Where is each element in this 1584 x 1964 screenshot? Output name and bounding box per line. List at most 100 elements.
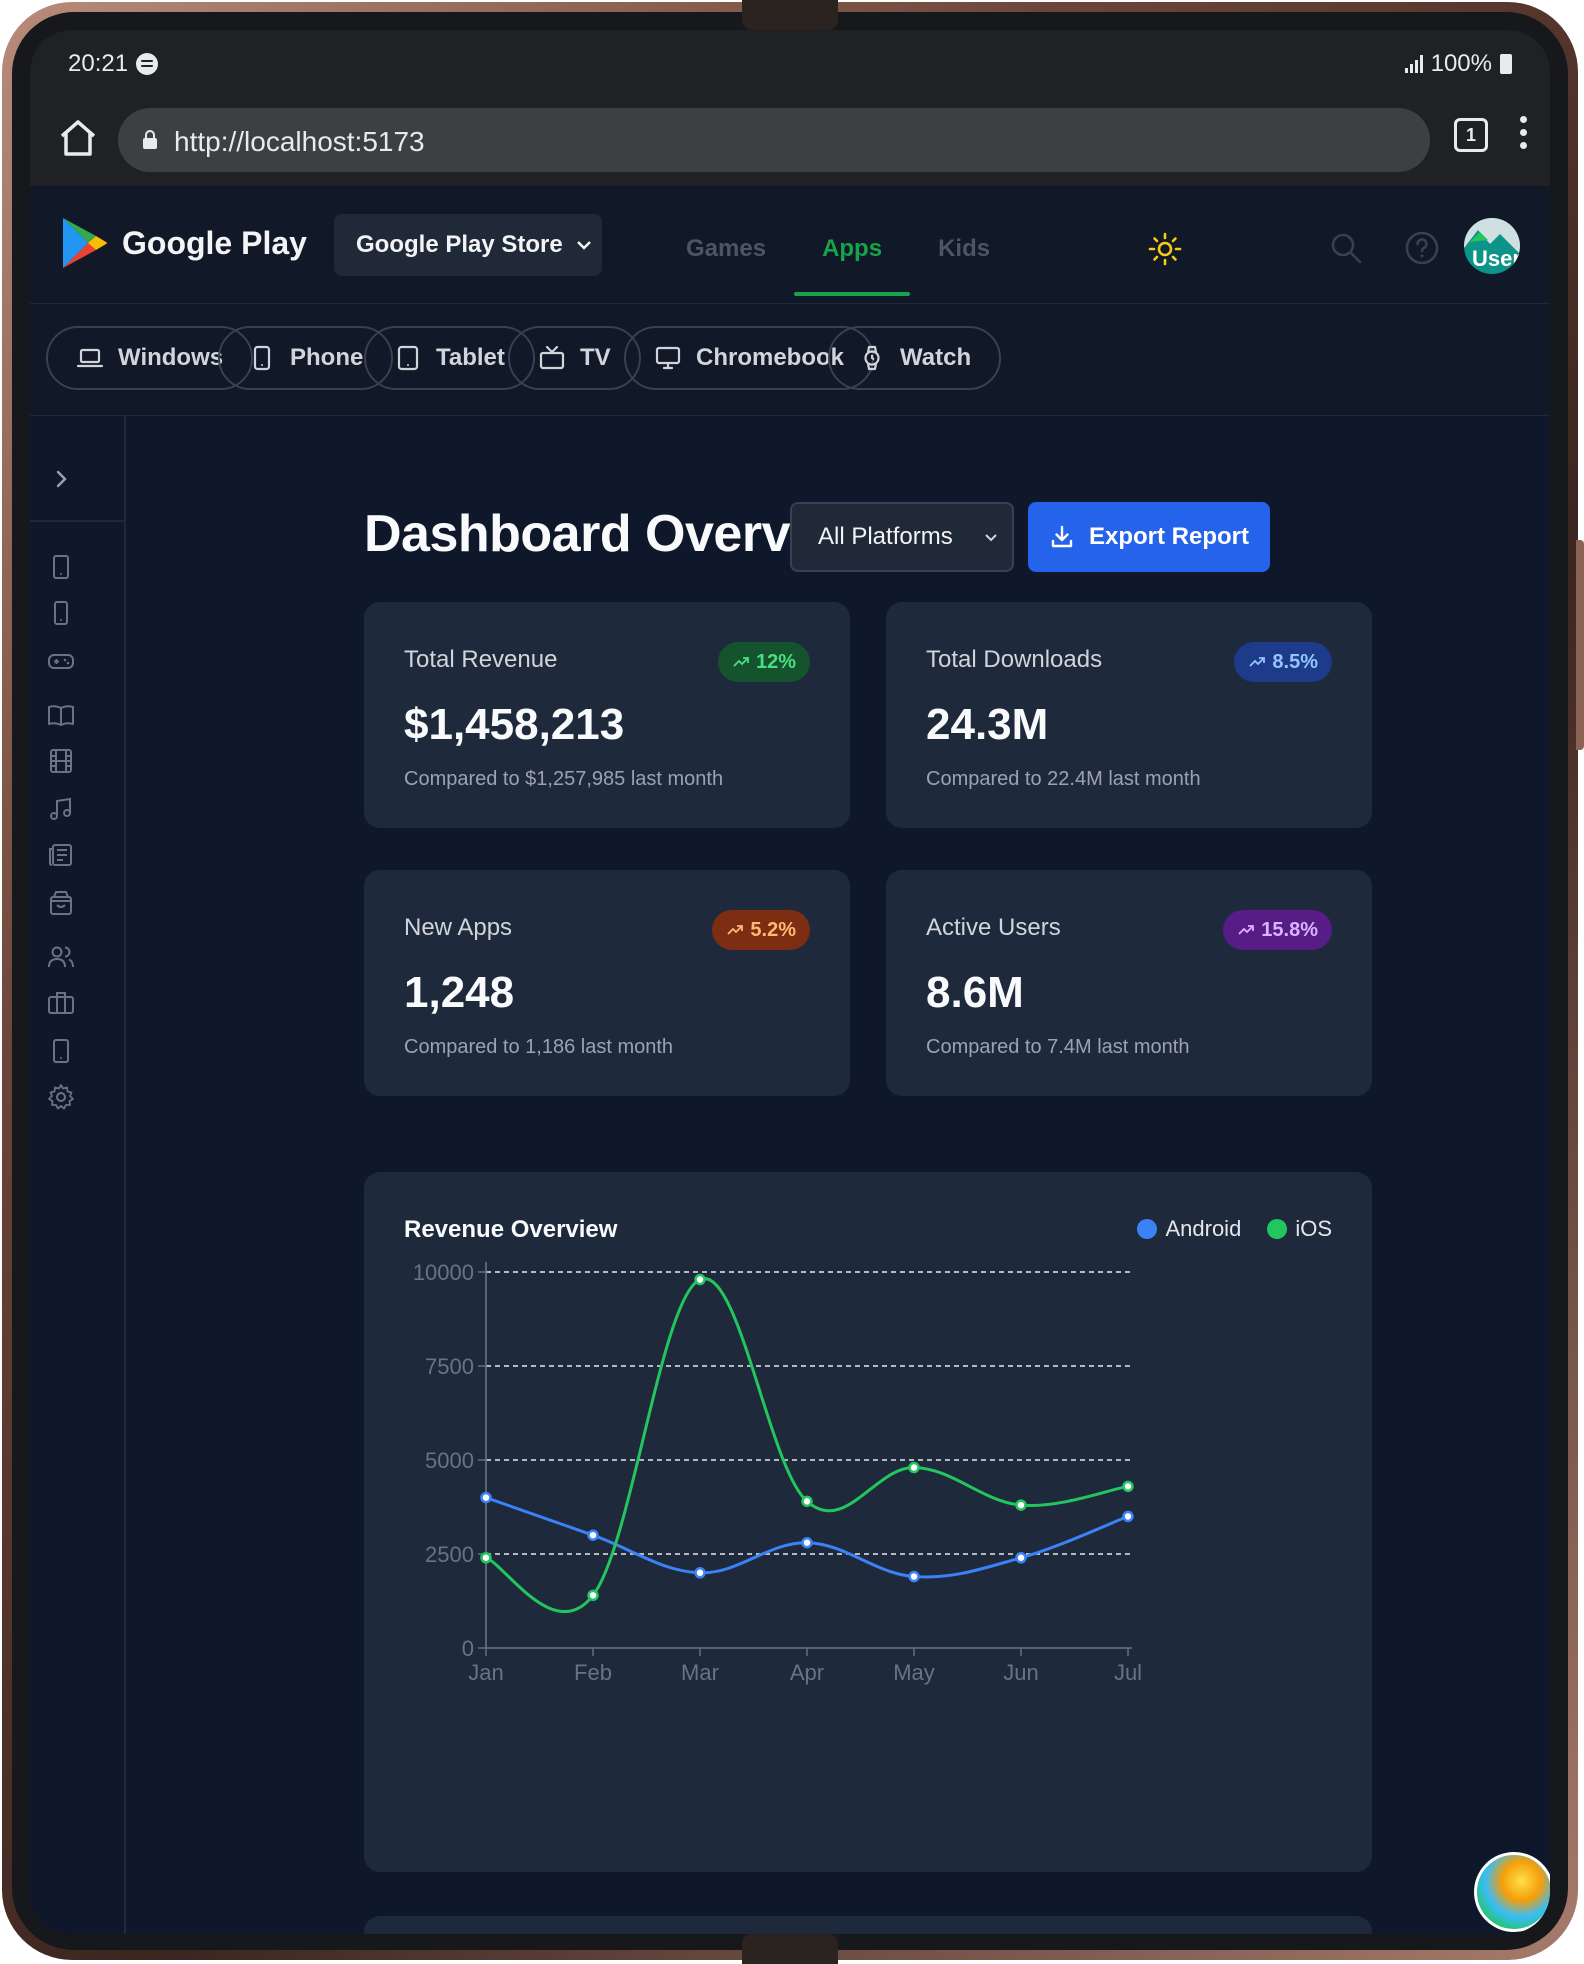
data-point-android xyxy=(694,1567,706,1579)
spotify-icon xyxy=(136,53,159,75)
screen: 20:21 100% http://localhost:5173 1 Googl… xyxy=(30,30,1550,1934)
help-icon[interactable] xyxy=(1404,230,1440,266)
x-tick-label: Jul xyxy=(1114,1660,1142,1685)
home-icon[interactable] xyxy=(54,114,102,162)
avatar[interactable]: User xyxy=(1464,218,1520,274)
data-point-android xyxy=(480,1491,492,1504)
stat-label: Total Revenue xyxy=(404,646,558,673)
tab-apps[interactable]: Apps xyxy=(794,214,911,296)
trending-up-icon xyxy=(733,657,749,667)
stat-compare: Compared to 7.4M last month xyxy=(926,1036,1190,1058)
legend-item-ios[interactable]: iOS xyxy=(1267,1216,1332,1242)
address-bar[interactable]: http://localhost:5173 xyxy=(118,108,1430,172)
y-tick-label: 5000 xyxy=(425,1448,474,1473)
sidebar-divider xyxy=(30,520,126,522)
device-filter-row: Windows Phone Tablet TV Chromebook Watch xyxy=(30,304,1550,416)
x-tick-label: Jan xyxy=(468,1660,503,1685)
stat-card-downloads: Total Downloads 8.5% 24.3M Compared to 2… xyxy=(886,602,1372,828)
stat-compare: Compared to $1,257,985 last month xyxy=(404,768,724,790)
status-time-group: 20:21 xyxy=(68,50,159,78)
data-point-ios xyxy=(801,1495,813,1508)
data-point-ios xyxy=(908,1461,920,1474)
stat-compare: Compared to 1,186 last month xyxy=(404,1036,674,1058)
briefcase-icon[interactable] xyxy=(46,988,76,1018)
tab-games[interactable]: Games xyxy=(658,214,794,284)
download-icon xyxy=(1051,525,1073,548)
store-select[interactable]: Google Play Store xyxy=(334,214,602,276)
phone-icon[interactable] xyxy=(46,598,76,628)
trend-value: 5.2% xyxy=(750,918,796,941)
chip-label: TV xyxy=(580,344,611,371)
tablet-icon xyxy=(397,345,419,371)
url-row: http://localhost:5173 1 xyxy=(30,102,1550,186)
sun-icon[interactable] xyxy=(1148,232,1182,266)
chart-legend: Android iOS xyxy=(1137,1216,1332,1242)
series-line-ios xyxy=(485,1277,1129,1614)
platform-select[interactable]: All Platforms xyxy=(790,502,1014,572)
tablet-icon[interactable] xyxy=(46,1036,76,1066)
chevron-down-icon xyxy=(576,241,591,250)
stat-value: 1,248 xyxy=(404,968,515,1017)
next-section-card xyxy=(364,1916,1372,1934)
chip-tv[interactable]: TV xyxy=(508,326,641,390)
tab-kids[interactable]: Kids xyxy=(910,214,1018,284)
chip-label: Phone xyxy=(290,344,364,371)
data-point-android xyxy=(1015,1552,1027,1564)
search-icon[interactable] xyxy=(1328,230,1364,266)
url-text: http://localhost:5173 xyxy=(174,126,425,157)
data-point-android xyxy=(908,1570,920,1583)
status-bar: 20:21 100% xyxy=(30,30,1550,92)
users-icon[interactable] xyxy=(46,942,76,972)
newspaper-icon[interactable] xyxy=(46,840,76,870)
brand-name: Google Play xyxy=(122,224,307,261)
x-tick-label: Mar xyxy=(681,1660,719,1685)
floating-assistant-button[interactable] xyxy=(1474,1852,1550,1932)
data-point-ios xyxy=(1122,1480,1134,1493)
stat-card-revenue: Total Revenue 12% $1,458,213 Compared to… xyxy=(364,602,850,828)
google-play-logo-icon xyxy=(63,218,107,268)
x-tick-label: Jun xyxy=(1003,1660,1038,1685)
stat-label: Total Downloads xyxy=(926,646,1103,673)
stat-value: 24.3M xyxy=(926,700,1049,749)
trend-badge: 12% xyxy=(717,642,810,682)
legend-item-android[interactable]: Android xyxy=(1137,1216,1241,1242)
film-icon[interactable] xyxy=(46,746,76,776)
y-tick-label: 10000 xyxy=(413,1260,474,1285)
chip-label: Chromebook xyxy=(696,344,845,371)
trending-up-icon xyxy=(1249,657,1266,667)
platform-select-value: All Platforms xyxy=(818,523,953,550)
trend-badge: 8.5% xyxy=(1234,642,1332,682)
hinge-top xyxy=(742,0,838,30)
chevron-down-icon xyxy=(985,534,997,542)
stat-label: Active Users xyxy=(926,914,1061,941)
tv-icon xyxy=(539,345,565,370)
stat-value: 8.6M xyxy=(926,968,1024,1017)
data-point-ios xyxy=(694,1273,706,1286)
stat-card-new-apps: New Apps 5.2% 1,248 Compared to 1,186 la… xyxy=(364,870,850,1096)
stat-card-active-users: Active Users 15.8% 8.6M Compared to 7.4M… xyxy=(886,870,1372,1096)
chart-title: Revenue Overview xyxy=(404,1216,618,1243)
settings-icon[interactable] xyxy=(46,1082,76,1112)
data-point-android xyxy=(801,1536,813,1549)
export-report-button[interactable]: Export Report xyxy=(1028,502,1270,572)
y-tick-label: 2500 xyxy=(425,1542,474,1567)
legend-dot xyxy=(1137,1219,1158,1239)
category-tabs: Games Apps Kids xyxy=(658,214,1018,296)
book-icon[interactable] xyxy=(46,700,76,730)
battery-icon xyxy=(1500,54,1512,74)
chevron-right-icon[interactable] xyxy=(46,464,76,494)
tabs-count-button[interactable]: 1 xyxy=(1454,118,1488,152)
more-menu-icon[interactable] xyxy=(1520,116,1528,156)
device-frame: 20:21 100% http://localhost:5173 1 Googl… xyxy=(0,0,1584,1964)
store-select-label: Google Play Store xyxy=(356,231,563,258)
legend-label: Android xyxy=(1165,1216,1242,1241)
export-report-label: Export Report xyxy=(1088,523,1249,550)
brand[interactable]: Google Play xyxy=(60,216,307,270)
revenue-chart-card: 0 2500 5000 7500 10000 Jan Feb Mar Apr May Jun Jul … xyxy=(364,1172,1372,1872)
tablet-icon[interactable] xyxy=(46,552,76,582)
music-icon[interactable] xyxy=(46,794,76,824)
gamepad-icon[interactable] xyxy=(46,646,76,676)
shopping-bag-icon[interactable] xyxy=(46,888,76,918)
main-content: Dashboard Overview All Platforms Export … xyxy=(126,416,1550,1934)
chip-watch[interactable]: Watch xyxy=(828,326,1002,390)
